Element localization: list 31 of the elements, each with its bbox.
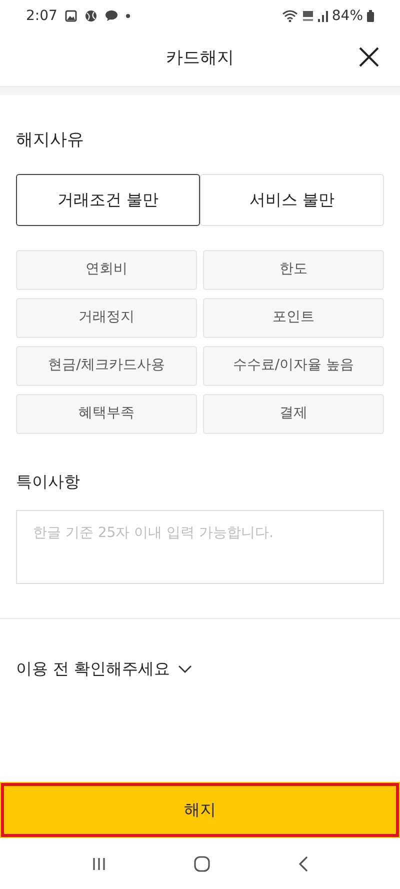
page-title: 카드해지 [166,47,234,70]
section-title: 해지사유 [16,129,85,152]
chevron-icon [178,664,192,674]
reason-option[interactable]: 수수료/이자율 높음 [203,346,384,386]
ball-icon [85,10,98,22]
reason-option[interactable]: 포인트 [203,298,384,338]
reason-option[interactable]: 연회비 [16,250,197,290]
signal-icon [318,10,328,22]
battery-icon [367,10,374,22]
reason-category-tab[interactable]: 서비스 불만 [200,174,384,226]
status-time: 2:07 [26,6,58,26]
reason-category-tab[interactable]: 거래조건 불만 [16,174,200,226]
gallery-icon [65,10,78,22]
home-icon[interactable] [193,854,211,872]
chat-icon [105,10,118,22]
dot-icon [126,14,130,18]
reason-option[interactable]: 현금/체크카드사용 [16,346,197,386]
hd-voice-icon [302,10,314,22]
reason-option[interactable]: 거래정지 [16,298,197,338]
reason-option[interactable]: 한도 [203,250,384,290]
notes-label: 특이사항 [16,470,81,492]
back-icon[interactable] [297,856,309,872]
notes-field[interactable]: 한글 기준 25자 이내 입력 가능합니다. [16,510,384,584]
notice-toggle[interactable]: 이용 전 확인해주세요 [16,656,192,680]
reason-option[interactable]: 혜택부족 [16,394,197,434]
recent-apps-icon[interactable] [91,856,107,872]
wifi-icon [282,10,298,22]
battery-level: 84% [332,6,363,26]
close-button[interactable] [358,46,380,68]
cancel-card-button[interactable]: 해지 [0,782,400,838]
reason-option[interactable]: 결제 [203,394,384,434]
